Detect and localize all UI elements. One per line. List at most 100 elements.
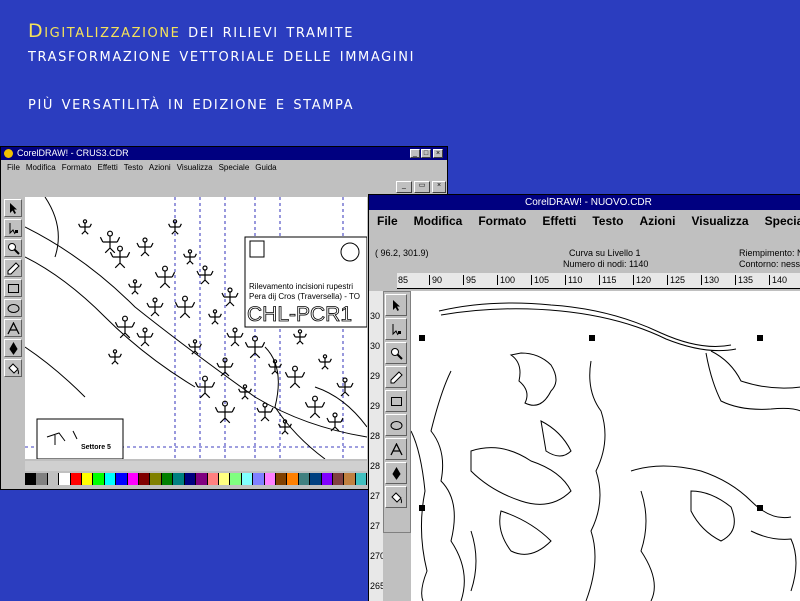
fill-tool-button[interactable] [4,359,22,377]
window1-titlebar[interactable]: CorelDRAW! - CRUS3.CDR [1,147,447,160]
palette-swatch[interactable] [332,473,345,485]
palette-swatch[interactable] [59,473,71,485]
window2-menu-effetti[interactable]: Effetti [542,214,576,228]
paint-bucket-icon [390,491,402,503]
pick-tool-button[interactable] [4,199,22,217]
palette-swatch[interactable] [310,473,322,485]
fill-tool-button-2[interactable] [385,486,407,508]
pencil-tool-button[interactable] [4,259,22,277]
engraving-figure-head [342,377,348,383]
engraving-figure [146,302,164,317]
palette-swatch[interactable] [241,473,254,485]
engraving-figure [336,382,354,397]
outline-tool-button-2[interactable] [385,462,407,484]
engraving-figure [293,333,307,345]
engraving-figure-head [116,245,123,252]
palette-swatch[interactable] [104,473,117,485]
window2-status-object: Curva su Livello 1 [569,248,641,258]
shape-tool-button[interactable] [4,219,22,237]
window2-menu-modifica[interactable]: Modifica [414,214,463,228]
text-tool-button-2[interactable] [385,438,407,460]
window2-toolbox [383,291,411,533]
palette-swatch[interactable] [173,473,185,485]
palette-swatch[interactable] [264,473,276,485]
window1-close-button[interactable]: × [433,149,443,158]
ruler-h-label: 110 [565,275,582,285]
palette-swatch[interactable] [25,473,37,485]
window2-menu-testo[interactable]: Testo [592,214,623,228]
palette-swatch[interactable] [275,473,288,485]
window1-menu-formato[interactable]: Formato [62,163,92,172]
paint-bucket-icon [7,362,19,374]
palette-swatch[interactable] [207,473,219,485]
shape-tool-button-2[interactable] [385,318,407,340]
window2-drawing-canvas[interactable] [411,291,800,601]
window1-sector-label: Settore 5 [81,444,111,451]
palette-swatch[interactable] [298,473,311,485]
palette-swatch[interactable] [321,473,333,485]
window1-menu-azioni[interactable]: Azioni [149,163,171,172]
pick-tool-button-2[interactable] [385,294,407,316]
palette-swatch[interactable] [355,473,368,485]
window1-menu-visualizza[interactable]: Visualizza [177,163,213,172]
window1-drawing-canvas[interactable]: Rilevamento incisioni rupestri Pera dij … [25,197,367,459]
palette-swatch[interactable] [150,473,162,485]
outline-tool-button[interactable] [4,339,22,357]
palette-swatch[interactable] [253,473,265,485]
ruler-v-label: 270 [370,551,383,561]
palette-swatch[interactable] [36,473,48,485]
palette-swatch[interactable] [127,473,140,485]
palette-swatch[interactable] [230,473,242,485]
palette-swatch[interactable] [139,473,151,485]
engraving-figure [136,332,154,347]
text-a-icon [389,442,403,455]
window1-inner-minimize-button[interactable]: _ [396,181,412,193]
window2-menu-speciale[interactable]: Speciale [765,214,800,228]
ruler-v-label: 27 [370,491,381,501]
window2-titlebar[interactable]: CorelDRAW! - NUOVO.CDR [369,195,800,210]
node-edit-icon [9,222,18,234]
rectangle-tool-button-2[interactable] [385,390,407,412]
window1-inner-restore-button[interactable]: ▭ [414,181,430,193]
ellipse-tool-button[interactable] [4,299,22,317]
rectangle-tool-button[interactable] [4,279,22,297]
engraving-figure-head [292,365,299,372]
palette-swatch[interactable] [184,473,197,485]
window1-menubar: File Modifica Formato Effetti Testo Azioni Vis… [1,163,447,175]
window2-menu-formato[interactable]: Formato [478,214,526,228]
palette-swatch[interactable] [196,473,208,485]
window1-app-icon[interactable] [4,149,13,158]
window1-maximize-button[interactable]: □ [421,149,431,158]
window2-menu-azioni[interactable]: Azioni [639,214,675,228]
palette-swatch[interactable] [70,473,83,485]
window1-inner-close-button[interactable]: × [432,181,446,193]
zoom-tool-button-2[interactable] [385,342,407,364]
palette-swatch[interactable] [218,473,231,485]
palette-swatch[interactable] [116,473,128,485]
zoom-tool-button[interactable] [4,239,22,257]
palette-swatch[interactable] [161,473,174,485]
window1-horizontal-scrollbar[interactable] [25,461,367,471]
window2-menu-file[interactable]: File [377,214,398,228]
coreldraw-window-nuovo[interactable]: CorelDRAW! - NUOVO.CDR File Modifica Forma… [368,194,800,601]
window2-menu-visualizza[interactable]: Visualizza [691,214,748,228]
window1-menu-speciale[interactable]: Speciale [219,163,250,172]
window1-menu-modifica[interactable]: Modifica [26,163,56,172]
palette-swatch[interactable] [344,473,356,485]
window1-minimize-button[interactable]: _ [410,149,420,158]
window1-menu-guida[interactable]: Guida [255,163,276,172]
palette-swatch[interactable] [93,473,105,485]
engraving-figure-head [232,327,238,333]
engraving-figure [136,242,154,257]
engraving-figure-head [187,249,193,254]
ellipse-tool-button-2[interactable] [385,414,407,436]
palette-swatch[interactable] [287,473,299,485]
text-tool-button[interactable] [4,319,22,337]
window1-menu-effetti[interactable]: Effetti [97,163,117,172]
window1-legend-line1: Rilevamento incisioni rupestri [249,282,353,291]
window1-menu-testo[interactable]: Testo [124,163,143,172]
palette-swatch[interactable] [47,473,60,485]
pencil-tool-button-2[interactable] [385,366,407,388]
window1-menu-file[interactable]: File [7,163,20,172]
palette-swatch[interactable] [82,473,94,485]
